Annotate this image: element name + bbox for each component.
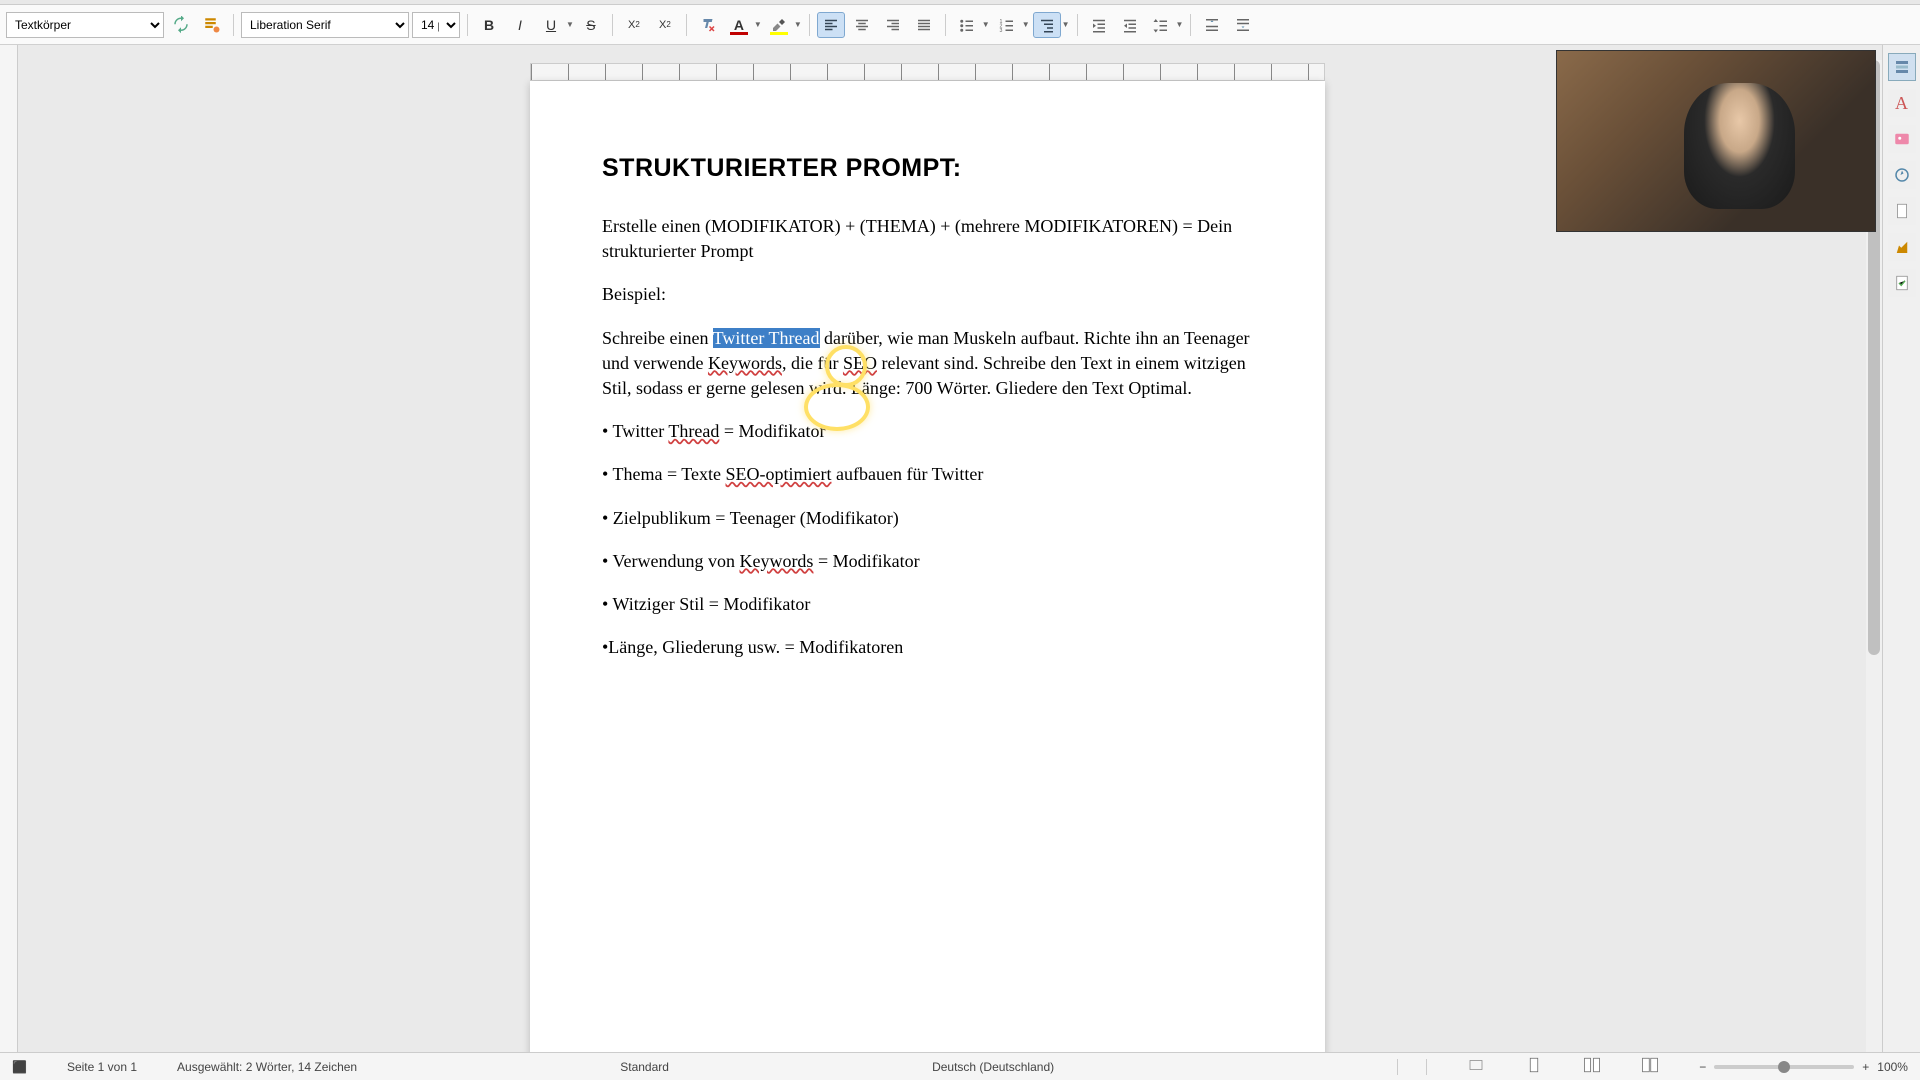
save-indicator-icon: ⬛ <box>12 1060 27 1074</box>
increase-para-spacing-button[interactable] <box>1198 12 1226 38</box>
align-right-button[interactable] <box>879 12 907 38</box>
new-style-button[interactable] <box>198 12 226 38</box>
view-multi-page-button[interactable] <box>1583 1056 1601 1077</box>
page-title[interactable]: STRUKTURIERTER PROMPT: <box>602 151 1253 186</box>
underline-button[interactable]: U <box>537 12 565 38</box>
document-page[interactable]: STRUKTURIERTER PROMPT: Erstelle einen (M… <box>530 81 1325 1052</box>
line-spacing-button[interactable] <box>1147 12 1175 38</box>
horizontal-ruler[interactable] <box>530 63 1325 81</box>
view-single-page-button[interactable] <box>1525 1056 1543 1077</box>
vertical-ruler[interactable] <box>0 45 18 1052</box>
view-book-button[interactable] <box>1641 1056 1659 1077</box>
font-color-dropdown[interactable]: ▼ <box>754 20 762 29</box>
align-center-button[interactable] <box>848 12 876 38</box>
bullet-6[interactable]: •Länge, Gliederung usw. = Modifikatoren <box>602 635 1253 660</box>
beispiel-label[interactable]: Beispiel: <box>602 282 1253 307</box>
page-style-status[interactable]: Standard <box>620 1060 669 1074</box>
styles-panel-button[interactable]: A <box>1888 89 1916 117</box>
numbered-list-button[interactable]: 123 <box>993 12 1021 38</box>
page-panel-button[interactable] <box>1888 197 1916 225</box>
italic-button[interactable]: I <box>506 12 534 38</box>
example-paragraph[interactable]: Schreibe einen Twitter Thread darüber, w… <box>602 326 1253 402</box>
svg-text:3: 3 <box>999 27 1002 33</box>
zoom-out-button[interactable]: − <box>1699 1060 1706 1074</box>
formatting-toolbar: Textkörper Liberation Serif 14 pt B I U … <box>0 5 1920 45</box>
decrease-para-spacing-button[interactable] <box>1229 12 1257 38</box>
increase-indent-button[interactable] <box>1085 12 1113 38</box>
signature-status[interactable] <box>1467 1056 1485 1077</box>
zoom-in-button[interactable]: + <box>1862 1060 1869 1074</box>
highlight-color-dropdown[interactable]: ▼ <box>794 20 802 29</box>
bullet-1[interactable]: • Twitter Thread = Modifikator <box>602 419 1253 444</box>
bullet-4[interactable]: • Verwendung von Keywords = Modifikator <box>602 549 1253 574</box>
bullet-5[interactable]: • Witziger Stil = Modifikator <box>602 592 1253 617</box>
intro-paragraph[interactable]: Erstelle einen (MODIFIKATOR) + (THEMA) +… <box>602 214 1253 264</box>
font-color-button[interactable]: A <box>725 12 753 38</box>
superscript-button[interactable]: X2 <box>620 12 648 38</box>
bullet-list-dropdown[interactable]: ▼ <box>982 20 990 29</box>
align-left-button[interactable] <box>817 12 845 38</box>
align-justify-button[interactable] <box>910 12 938 38</box>
strikethrough-button[interactable]: S <box>577 12 605 38</box>
selection-mode-status[interactable] <box>1397 1059 1427 1075</box>
outline-dropdown[interactable]: ▼ <box>1062 20 1070 29</box>
numbered-list-dropdown[interactable]: ▼ <box>1022 20 1030 29</box>
sidebar-panel: A <box>1882 45 1920 1052</box>
bullet-list-button[interactable] <box>953 12 981 38</box>
line-spacing-dropdown[interactable]: ▼ <box>1176 20 1184 29</box>
webcam-overlay <box>1556 50 1876 232</box>
font-name-select[interactable]: Liberation Serif <box>241 12 409 38</box>
clear-formatting-button[interactable] <box>694 12 722 38</box>
bold-button[interactable]: B <box>475 12 503 38</box>
highlight-color-button[interactable] <box>765 12 793 38</box>
style-inspector-button[interactable] <box>1888 233 1916 261</box>
font-size-select[interactable]: 14 pt <box>412 12 460 38</box>
decrease-indent-button[interactable] <box>1116 12 1144 38</box>
subscript-button[interactable]: X2 <box>651 12 679 38</box>
selection-status: Ausgewählt: 2 Wörter, 14 Zeichen <box>177 1060 357 1074</box>
navigator-panel-button[interactable] <box>1888 161 1916 189</box>
bullet-2[interactable]: • Thema = Texte SEO-optimiert aufbauen f… <box>602 462 1253 487</box>
language-status[interactable]: Deutsch (Deutschland) <box>932 1060 1054 1074</box>
zoom-level-status[interactable]: 100% <box>1877 1060 1908 1074</box>
outline-button[interactable] <box>1033 12 1061 38</box>
underline-dropdown[interactable]: ▼ <box>566 20 574 29</box>
gallery-panel-button[interactable] <box>1888 125 1916 153</box>
bullet-3[interactable]: • Zielpublikum = Teenager (Modifikator) <box>602 506 1253 531</box>
properties-panel-button[interactable] <box>1888 53 1916 81</box>
selected-text[interactable]: Twitter Thread <box>713 328 820 348</box>
zoom-slider[interactable] <box>1714 1065 1854 1069</box>
update-style-button[interactable] <box>167 12 195 38</box>
page-count-status[interactable]: Seite 1 von 1 <box>67 1060 137 1074</box>
status-bar: ⬛ Seite 1 von 1 Ausgewählt: 2 Wörter, 14… <box>0 1052 1920 1080</box>
paragraph-style-select[interactable]: Textkörper <box>6 12 164 38</box>
manage-changes-button[interactable] <box>1888 269 1916 297</box>
